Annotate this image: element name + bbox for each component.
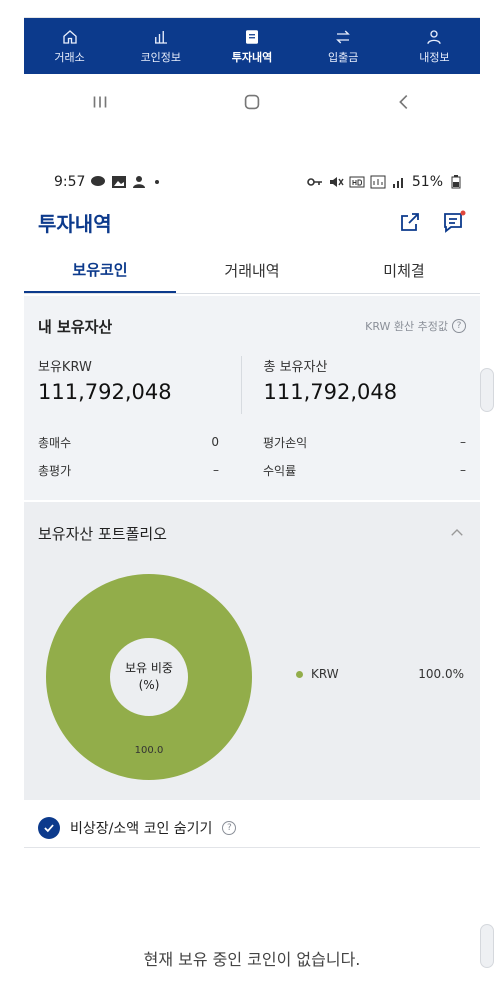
- my-assets-panel: 내 보유자산 KRW 환산 추정값 ? 보유KRW 111,792,048 총 …: [24, 296, 480, 500]
- tab-bar: 보유코인 거래내역 미체결: [24, 248, 480, 294]
- mute-icon: [329, 177, 344, 187]
- bottom-tab-bar: 거래소 코인정보 투자내역 입출금 내정보: [24, 18, 480, 74]
- legend-percent: 100.0%: [418, 667, 464, 681]
- hd-icon: [349, 176, 365, 188]
- home-button-icon[interactable]: [241, 91, 263, 113]
- donut-center-label: 보유 비중: [125, 661, 173, 676]
- bottom-tab-label: 투자내역: [231, 50, 273, 64]
- bottom-tab-coin-info[interactable]: 코인정보: [115, 18, 206, 74]
- share-icon[interactable]: [398, 210, 422, 234]
- row-value: –: [460, 463, 466, 477]
- gallery-icon: [112, 176, 127, 188]
- dot-icon: [155, 180, 160, 184]
- person-icon: [133, 176, 146, 188]
- tab-pending-orders[interactable]: 미체결: [328, 248, 480, 293]
- page-title: 투자내역: [38, 211, 112, 236]
- row-label: 총평가: [38, 463, 72, 478]
- krw-estimate-note: KRW 환산 추정값 ?: [365, 318, 466, 334]
- chat-notification-icon[interactable]: [442, 210, 466, 234]
- transfer-icon: [336, 30, 351, 43]
- row-label: 평가손익: [263, 435, 308, 450]
- portfolio-panel: 보유자산 포트폴리오 보유 비중 (%) 100.0 KRW 100.0%: [24, 502, 480, 800]
- eval-pnl-row: 평가손익 –: [263, 428, 466, 456]
- row-label: 수익률: [263, 463, 297, 478]
- total-buy-row: 총매수 0: [38, 428, 241, 456]
- assets-title: 내 보유자산: [38, 317, 113, 336]
- legend-item-krw: KRW 100.0%: [296, 667, 464, 681]
- row-value: 0: [211, 435, 219, 449]
- key-icon: [307, 178, 322, 186]
- bottom-tab-exchange[interactable]: 거래소: [24, 18, 115, 74]
- krw-note-label: KRW 환산 추정값: [365, 320, 448, 333]
- battery-icon: [451, 175, 461, 189]
- home-icon: [62, 29, 77, 44]
- user-icon: [427, 29, 442, 44]
- page-header: 투자내역: [24, 200, 480, 244]
- bar-chart-icon: [154, 30, 167, 44]
- recent-apps-icon[interactable]: [89, 91, 111, 113]
- back-icon[interactable]: [393, 91, 415, 113]
- legend-dot: [296, 670, 303, 678]
- bottom-tab-investments[interactable]: 투자내역: [206, 18, 297, 74]
- total-eval-row: 총평가 –: [38, 456, 241, 484]
- bottom-tab-label: 내정보: [419, 50, 450, 64]
- held-krw: 보유KRW 111,792,048: [38, 356, 241, 414]
- row-value: –: [460, 435, 466, 449]
- empty-holdings-message: 현재 보유 중인 코인이 없습니다.: [143, 950, 361, 969]
- bottom-tab-label: 코인정보: [140, 50, 182, 64]
- held-krw-value: 111,792,048: [38, 380, 172, 404]
- hide-small-coins-option[interactable]: 비상장/소액 코인 숨기기 ?: [24, 808, 480, 848]
- android-nav-bar: [24, 80, 480, 124]
- status-bar: 9:57 51%: [54, 170, 464, 194]
- held-krw-label: 보유KRW: [38, 360, 92, 375]
- bottom-tab-label: 입출금: [328, 50, 359, 64]
- network-icon: [370, 175, 386, 189]
- row-label: 총매수: [38, 435, 72, 450]
- row-value: –: [213, 463, 219, 477]
- document-icon: [246, 29, 258, 44]
- bottom-tab-deposit-withdraw[interactable]: 입출금: [298, 18, 389, 74]
- return-rate-row: 수익률 –: [263, 456, 466, 484]
- chat-icon: [91, 176, 106, 186]
- top-strip: [24, 0, 480, 18]
- help-icon[interactable]: ?: [452, 319, 466, 333]
- checkbox-checked[interactable]: [38, 816, 60, 839]
- portfolio-donut-chart: 보유 비중 (%) 100.0: [46, 574, 252, 780]
- battery-percent: 51%: [411, 174, 443, 190]
- bottom-tab-my-info[interactable]: 내정보: [389, 18, 480, 74]
- help-icon[interactable]: ?: [222, 820, 237, 835]
- total-assets: 총 보유자산 111,792,048: [240, 356, 467, 414]
- hide-option-label: 비상장/소액 코인 숨기기: [70, 820, 213, 837]
- portfolio-title: 보유자산 포트폴리오: [38, 524, 167, 543]
- chevron-up-icon[interactable]: [448, 524, 466, 542]
- bottom-tab-label: 거래소: [54, 50, 85, 64]
- tab-holdings[interactable]: 보유코인: [24, 248, 176, 293]
- status-time: 9:57: [54, 174, 86, 190]
- total-assets-label: 총 보유자산: [263, 360, 328, 375]
- scroll-handle[interactable]: [480, 368, 494, 412]
- scroll-handle[interactable]: [480, 924, 494, 968]
- check-icon: [44, 823, 54, 832]
- tab-trade-history[interactable]: 거래내역: [176, 248, 328, 293]
- legend-name: KRW: [311, 667, 339, 681]
- donut-center-unit: (%): [138, 678, 160, 692]
- total-assets-value: 111,792,048: [263, 380, 398, 404]
- slice-value-label: 100.0: [134, 745, 164, 756]
- signal-icon: [392, 178, 403, 188]
